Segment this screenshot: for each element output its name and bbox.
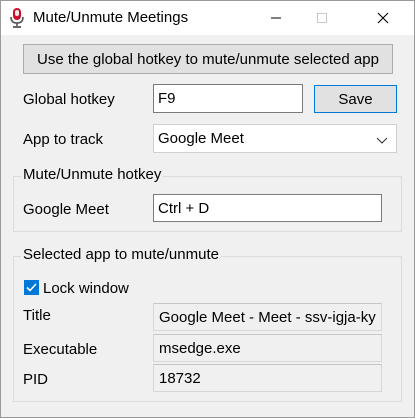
maximize-button[interactable] — [299, 1, 345, 35]
checkmark-icon — [26, 283, 37, 292]
microphone-icon — [9, 7, 25, 29]
main-window: Mute/Unmute Meetings Use the global hotk… — [0, 0, 415, 418]
google-meet-hotkey-label: Google Meet — [23, 201, 109, 218]
global-hotkey-info-button[interactable]: Use the global hotkey to mute/unmute sel… — [23, 44, 393, 74]
close-icon — [377, 12, 389, 24]
mute-hotkey-group-title: Mute/Unmute hotkey — [21, 166, 164, 183]
app-to-track-label: App to track — [23, 131, 104, 148]
executable-label: Executable — [23, 341, 98, 358]
title-value-field[interactable]: Google Meet - Meet - ssv-igja-ky — [153, 303, 382, 331]
lock-window-label[interactable]: Lock window — [43, 280, 129, 297]
selected-app-group-title: Selected app to mute/unmute — [21, 246, 221, 263]
google-meet-hotkey-field[interactable]: Ctrl + D — [153, 194, 382, 222]
title-label: Title — [23, 307, 51, 324]
executable-value-field[interactable]: msedge.exe — [153, 334, 382, 362]
window-title: Mute/Unmute Meetings — [33, 9, 189, 26]
pid-value-field[interactable]: 18732 — [153, 364, 382, 392]
chevron-down-icon — [376, 133, 388, 150]
close-button[interactable] — [360, 1, 406, 35]
global-hotkey-field[interactable]: F9 — [153, 84, 303, 113]
lock-window-checkbox[interactable] — [24, 280, 39, 295]
maximize-icon — [317, 13, 327, 23]
global-hotkey-label: Global hotkey — [23, 91, 115, 108]
pid-label: PID — [23, 371, 49, 388]
save-button[interactable]: Save — [314, 85, 397, 113]
app-to-track-select[interactable]: Google Meet — [153, 124, 397, 153]
app-to-track-selected: Google Meet — [158, 130, 244, 147]
minimize-button[interactable] — [253, 1, 299, 35]
title-bar[interactable]: Mute/Unmute Meetings — [1, 1, 414, 35]
minimize-icon — [271, 17, 281, 19]
